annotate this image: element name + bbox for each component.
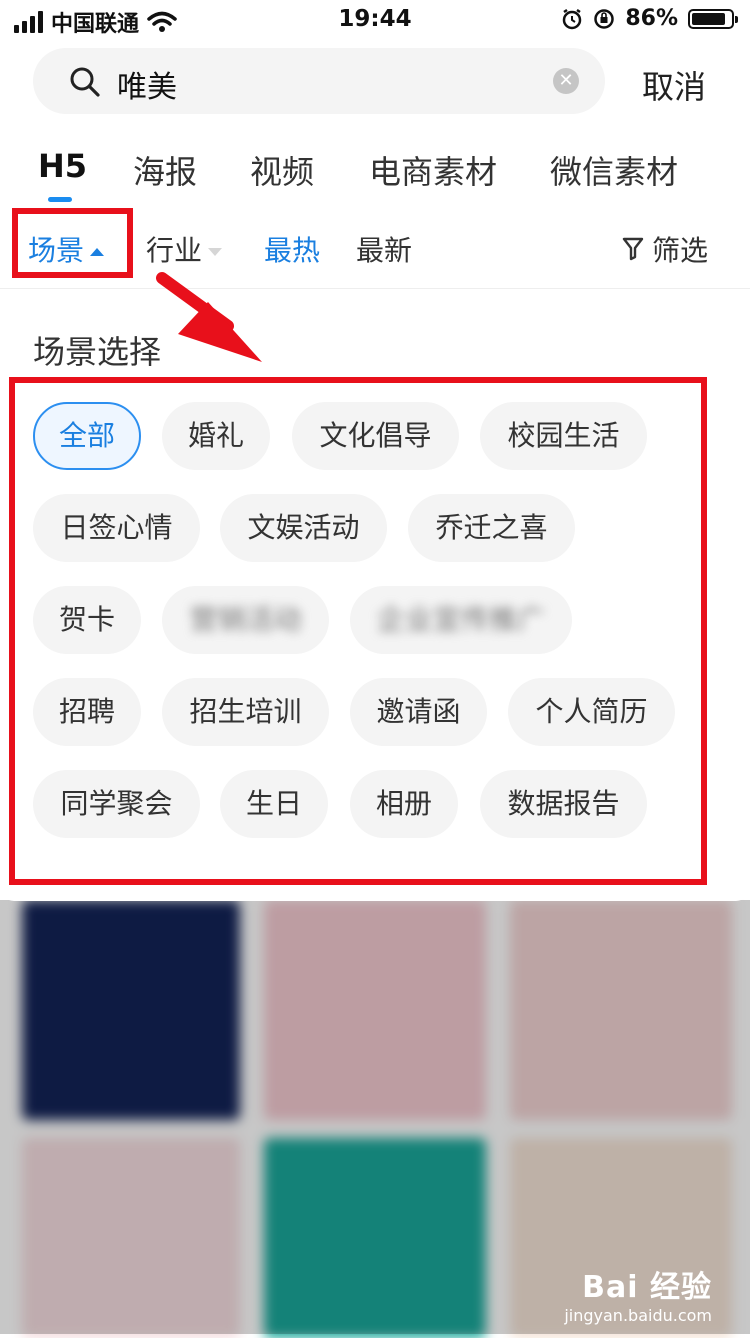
battery-percent: 86% <box>625 6 678 31</box>
clear-icon[interactable]: ✕ <box>553 68 579 94</box>
annotation-arrow-icon <box>156 272 262 362</box>
industry-label: 行业 <box>146 234 203 267</box>
battery-icon <box>688 8 738 29</box>
rotation-lock-icon <box>594 8 615 29</box>
sort-new[interactable]: 最新 <box>356 229 412 269</box>
sort-hot[interactable]: 最热 <box>264 229 320 269</box>
industry-dropdown[interactable]: 行业 <box>146 229 223 269</box>
search-icon <box>70 67 100 97</box>
search-input[interactable]: 唯美 ✕ <box>33 48 605 114</box>
tab-wechat[interactable]: 微信素材 <box>550 147 678 193</box>
tab-h5[interactable]: H5 <box>38 147 87 185</box>
caret-down-icon <box>208 248 223 256</box>
baidu-jingyan-watermark: Bai 经验 jingyan.baidu.com <box>564 1270 712 1325</box>
highlight-box-chips <box>9 377 707 885</box>
status-bar: 中国联通 19:44 86% <box>0 0 750 40</box>
highlight-box-scene <box>12 208 133 278</box>
panel-title: 场景选择 <box>33 333 162 371</box>
search-query[interactable]: 唯美 <box>117 62 177 106</box>
tab-video[interactable]: 视频 <box>250 147 314 193</box>
filter-button[interactable]: 筛选 <box>622 229 708 269</box>
filter-label: 筛选 <box>652 234 709 267</box>
tab-poster[interactable]: 海报 <box>133 147 197 193</box>
funnel-icon <box>622 237 644 261</box>
alarm-icon <box>563 8 582 29</box>
active-tab-indicator <box>48 197 72 202</box>
cancel-button[interactable]: 取消 <box>642 62 706 108</box>
tab-ecommerce[interactable]: 电商素材 <box>369 147 497 193</box>
